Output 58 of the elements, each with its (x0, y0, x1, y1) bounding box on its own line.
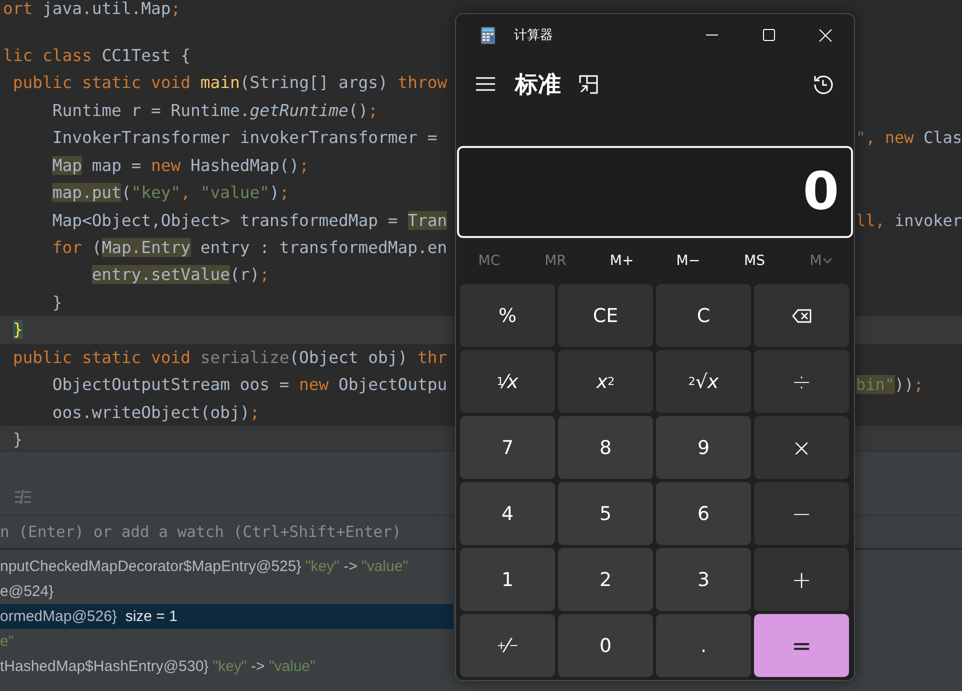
variable-row[interactable]: tHashedMap$HashEntry@530} "key" -> "value" (0, 654, 453, 679)
operator-key[interactable]: ÷ (754, 350, 849, 413)
display-value: 0 (802, 166, 839, 218)
code-line: public static void serialize(Object obj) thr (12, 346, 448, 369)
menu-icon[interactable] (476, 77, 495, 91)
code-line: public static void main(String[] args) throw (12, 72, 448, 94)
operator-key[interactable]: × (754, 416, 849, 479)
digit-key[interactable]: 7 (460, 416, 555, 479)
caret-icon (822, 258, 832, 264)
code-line: } (12, 429, 23, 451)
code-line: map.put("key", "value"); (51, 182, 290, 204)
digit-key[interactable]: 1 (460, 548, 555, 611)
digit-key[interactable]: 3 (656, 548, 751, 611)
operator-key[interactable]: + (754, 548, 849, 611)
maximize-icon[interactable] (762, 29, 774, 41)
digit-key[interactable]: 2 (558, 548, 653, 611)
code-line: ort java.util.Map; (2, 0, 181, 18)
code-line: Runtime r = Runtime.getRuntime(); (51, 100, 378, 122)
backspace-icon (792, 308, 812, 322)
variable-row[interactable]: e@524} (0, 579, 453, 604)
equals-key[interactable]: = (754, 614, 849, 677)
code-line: ", new Clas (856, 127, 962, 150)
code-line: } (51, 292, 62, 314)
mode-title: 标准 (515, 70, 561, 100)
function-key[interactable]: $^{2}$√x (656, 350, 751, 413)
code-line: ll, invoker (856, 210, 962, 232)
code-line: oos.writeObject(obj); (51, 402, 260, 424)
digit-key[interactable]: 5 (558, 482, 653, 545)
digit-key[interactable]: 9 (656, 416, 751, 479)
minimize-icon[interactable] (706, 34, 718, 36)
digit-key[interactable]: 6 (656, 482, 751, 545)
code-line: InvokerTransformer invokerTransformer = (51, 127, 438, 150)
memory-button[interactable]: M− (659, 246, 718, 276)
close-icon[interactable] (819, 28, 832, 42)
function-key[interactable]: C (656, 284, 751, 347)
code-line: lic class CC1Test { (2, 44, 190, 67)
digit-key[interactable]: 8 (558, 416, 653, 479)
variable-row[interactable]: ormedMap@526} size = 1 (0, 604, 453, 629)
calculator-app-icon (481, 26, 495, 44)
window-title: 计算器 (514, 27, 554, 44)
keep-on-top-icon[interactable] (579, 74, 598, 94)
operator-key[interactable]: − (754, 482, 849, 545)
digit-key[interactable]: . (656, 614, 751, 677)
code-line: ObjectOutputStream oos = new ObjectOutpu (51, 374, 448, 396)
code-line: Map<Object,Object> transformedMap = Tran (51, 210, 448, 232)
backspace-button[interactable] (754, 284, 849, 347)
memory-button[interactable]: MS (725, 246, 784, 276)
digit-key[interactable]: 4 (460, 482, 555, 545)
function-key[interactable]: $^{1}$⁄x (460, 350, 555, 413)
history-icon[interactable] (813, 74, 834, 94)
code-line: for (Map.Entry entry : transformedMap.en (51, 236, 448, 259)
function-key[interactable]: % (460, 284, 555, 347)
memory-button[interactable]: M+ (592, 246, 651, 276)
digit-key[interactable]: 0 (558, 614, 653, 677)
variable-row[interactable]: nputCheckedMapDecorator$MapEntry@525} "key" -> "value" (0, 554, 453, 579)
code-line: Map map = new HashedMap(); (51, 154, 309, 177)
function-key[interactable]: CE (558, 284, 653, 347)
function-key[interactable]: x$^{2}$ (558, 350, 653, 413)
